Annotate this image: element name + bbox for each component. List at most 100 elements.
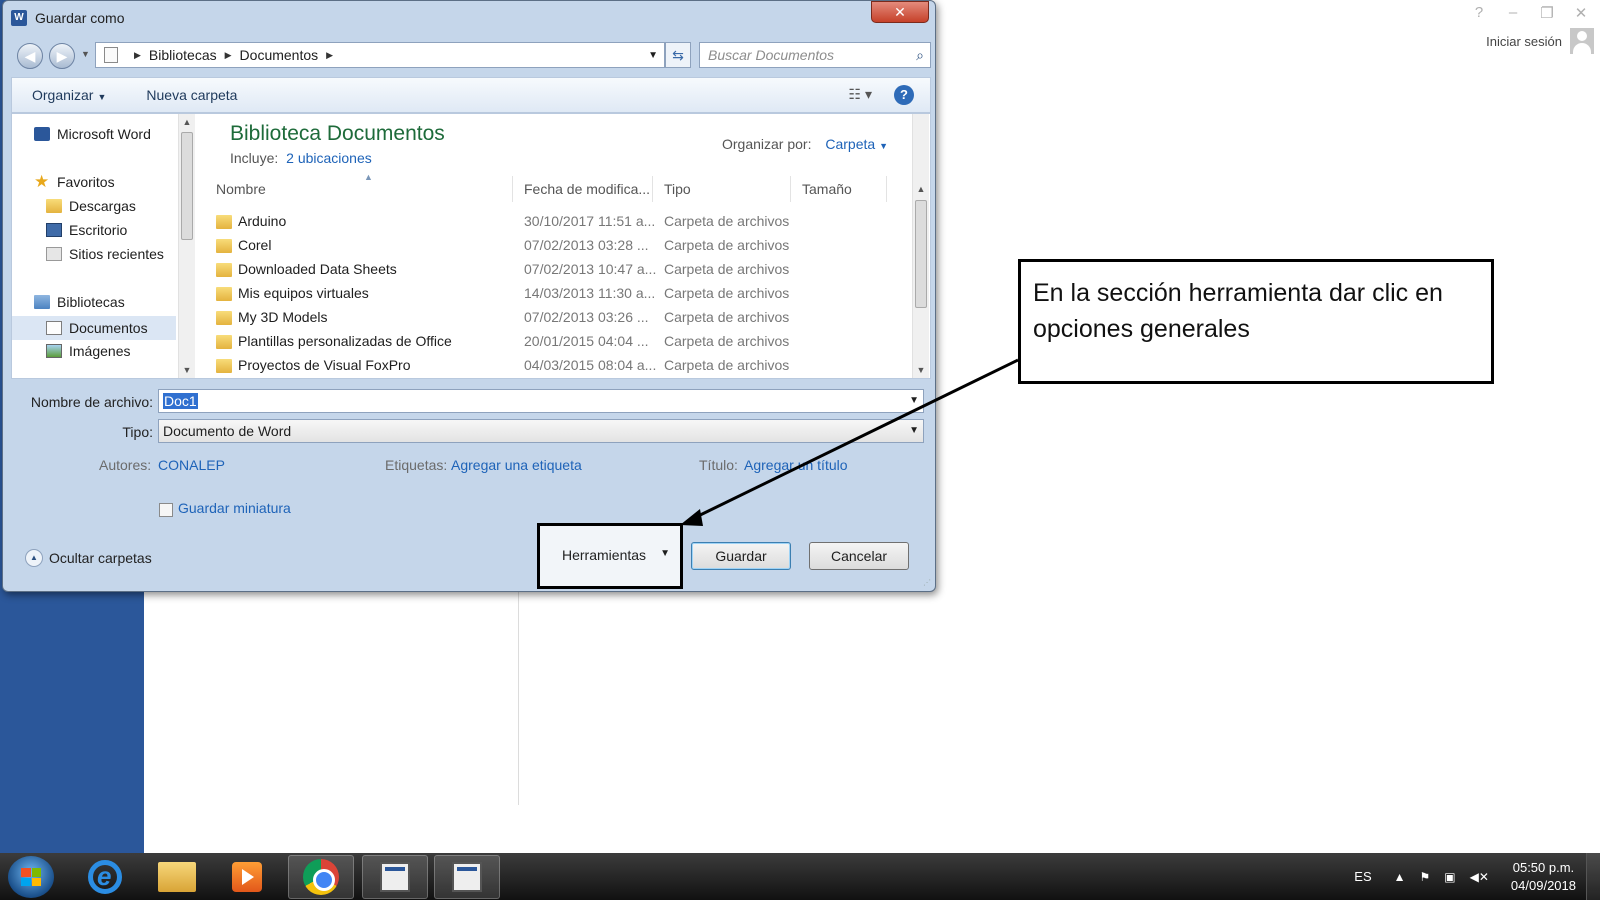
search-input[interactable]: Buscar Documentos ⌕ [699,42,931,68]
column-divider[interactable] [652,176,653,202]
back-arrow-icon[interactable]: ◀ [17,43,43,69]
help-icon[interactable]: ? [1472,4,1486,22]
hide-folders-button[interactable]: ▲ Ocultar carpetas [25,549,152,567]
taskbar-app-window[interactable] [362,855,428,899]
column-divider[interactable] [790,176,791,202]
save-button[interactable]: Guardar [691,542,791,570]
chevron-down-icon[interactable]: ▼ [909,425,919,436]
file-row[interactable]: Corel 07/02/2013 03:28 ... Carpeta de arch… [214,234,914,258]
clock-date: 04/09/2018 [1510,877,1576,893]
resize-grip-icon[interactable]: ⋰ [923,578,931,587]
filename-value[interactable]: Doc1 [163,393,198,409]
column-divider[interactable] [512,176,513,202]
column-header-date[interactable]: Fecha de modifica... [524,181,650,197]
file-row[interactable]: Proyectos de Visual FoxPro 04/03/2015 08:… [214,354,914,378]
folder-icon [216,239,232,253]
show-hidden-icons-icon[interactable]: ▲ [1394,870,1406,884]
save-thumbnail-label[interactable]: Guardar miniatura [178,500,291,516]
start-button[interactable] [8,856,54,898]
file-row[interactable]: Downloaded Data Sheets 07/02/2013 10:47 a… [214,258,914,282]
scroll-up-icon[interactable]: ▲ [179,117,195,127]
tags-value[interactable]: Agregar una etiqueta [451,457,582,473]
nav-item-descargas[interactable]: Descargas [46,198,136,214]
forward-arrow-icon[interactable]: ▶ [49,43,75,69]
file-row[interactable]: My 3D Models 07/02/2013 03:26 ... Carpeta … [214,306,914,330]
nav-item-bibliotecas[interactable]: Bibliotecas [34,294,125,310]
file-date: 14/03/2013 11:30 a... [524,285,656,301]
navigation-pane: Microsoft Word ★ Favoritos Descargas Escr… [12,114,196,378]
scroll-down-icon[interactable]: ▼ [179,365,195,375]
taskbar-file-explorer[interactable] [144,855,210,899]
action-center-flag-icon[interactable]: ⚑ [1420,870,1431,884]
word-icon [34,127,50,141]
dialog-close-button[interactable]: ✕ [871,1,929,23]
file-type: Carpeta de archivos [664,237,790,253]
refresh-icon[interactable]: ⇆ [665,42,691,68]
filetype-label: Tipo: [122,424,153,440]
nav-item-documentos[interactable]: Documentos [12,316,176,340]
nav-item-favoritos[interactable]: ★ Favoritos [34,173,115,190]
change-view-icon[interactable]: ☷ ▾ [849,86,872,103]
chevron-down-icon[interactable]: ▼ [909,395,919,406]
filetype-value: Documento de Word [163,423,292,439]
title-value[interactable]: Agregar un título [744,457,848,473]
filetype-select[interactable]: Documento de Word ▼ [158,419,924,443]
clock[interactable]: 05:50 p.m. 04/09/2018 [1511,859,1576,895]
file-row[interactable]: Mis equipos virtuales 14/03/2013 11:30 a.… [214,282,914,306]
help-button[interactable]: ? [894,85,914,105]
column-header-size[interactable]: Tamaño [802,181,852,197]
file-date: 07/02/2013 03:26 ... [524,309,649,325]
nav-item-label: Documentos [69,320,148,336]
taskbar-internet-explorer[interactable] [72,855,138,899]
organize-button[interactable]: Organizar ▼ [12,87,126,103]
arrange-by-dropdown[interactable]: Carpeta ▼ [825,136,888,152]
file-name: Plantillas personalizadas de Office [238,333,452,349]
file-list-scrollbar[interactable]: ▲ ▼ [912,114,929,378]
cancel-button[interactable]: Cancelar [809,542,909,570]
breadcrumb-chevron-icon[interactable]: ▶ [134,50,141,61]
breadcrumb-documentos[interactable]: Documentos [240,47,319,63]
pictures-icon [46,344,62,358]
save-thumbnail-checkbox[interactable] [159,503,173,517]
taskbar-chrome[interactable] [288,855,354,899]
breadcrumb-bibliotecas[interactable]: Bibliotecas [149,47,217,63]
scrollbar-thumb[interactable] [181,132,193,240]
file-row[interactable]: Plantillas personalizadas de Office 20/01… [214,330,914,354]
network-icon[interactable]: ▣ [1444,870,1455,884]
volume-muted-icon[interactable]: ◀✕ [1470,870,1489,884]
column-divider[interactable] [886,176,887,202]
restore-icon[interactable]: ❐ [1540,4,1554,22]
file-row[interactable]: Arduino 30/10/2017 11:51 a... Carpeta de a… [214,210,914,234]
signin-area[interactable]: Iniciar sesión [1486,28,1594,54]
show-desktop-button[interactable] [1586,853,1600,900]
column-header-name[interactable]: Nombre [216,181,266,197]
column-header-type[interactable]: Tipo [664,181,691,197]
tools-button[interactable]: Herramientas ▼ [537,523,683,589]
minimize-icon[interactable]: – [1506,4,1520,22]
breadcrumb-chevron-icon[interactable]: ▶ [225,50,232,61]
address-bar[interactable]: ▶ Bibliotecas ▶ Documentos ▶ ▼ [95,42,665,68]
includes-locations-link[interactable]: 2 ubicaciones [286,150,372,166]
scrollbar-thumb[interactable] [915,200,927,308]
nav-item-microsoft-word[interactable]: Microsoft Word [34,126,151,142]
filename-field[interactable]: Doc1 ▼ [158,389,924,413]
signin-label[interactable]: Iniciar sesión [1486,34,1562,49]
close-icon[interactable]: ✕ [1574,4,1588,22]
nav-item-escritorio[interactable]: Escritorio [46,222,127,238]
user-avatar-icon[interactable] [1570,28,1594,54]
nav-item-imagenes[interactable]: Imágenes [46,343,130,359]
scroll-down-icon[interactable]: ▼ [913,365,929,375]
scroll-up-icon[interactable]: ▲ [913,184,929,194]
history-dropdown-icon[interactable]: ▼ [81,49,90,59]
search-icon[interactable]: ⌕ [916,47,924,64]
address-dropdown-icon[interactable]: ▼ [648,50,658,61]
taskbar-word-document[interactable] [434,855,500,899]
language-indicator[interactable]: ES [1354,869,1371,884]
nav-item-sitios-recientes[interactable]: Sitios recientes [46,246,164,262]
taskbar-media-player[interactable] [214,855,280,899]
instruction-callout: En la sección herramienta dar clic en op… [1018,259,1494,384]
breadcrumb-chevron-icon[interactable]: ▶ [326,50,333,61]
new-folder-button[interactable]: Nueva carpeta [126,87,257,103]
authors-value[interactable]: CONALEP [158,457,225,473]
nav-pane-scrollbar[interactable]: ▲ ▼ [178,114,195,378]
